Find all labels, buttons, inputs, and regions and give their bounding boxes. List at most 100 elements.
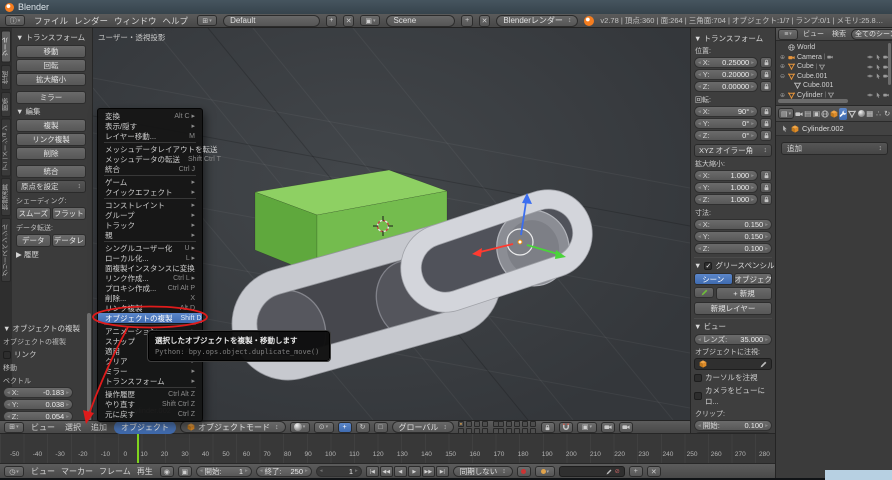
npanel-transform-header[interactable]: ▼ トランスフォーム [694,33,772,44]
context-menu-item[interactable]: メッシュデータレイアウトを転送 [98,144,202,154]
translate-button[interactable]: 移動 [16,45,86,58]
layer-toggle[interactable] [466,421,472,427]
tab-data[interactable] [848,108,856,120]
layer-toggle[interactable] [482,421,488,427]
layer-toggle[interactable] [530,428,536,434]
grease-pencil-checkbox[interactable] [704,262,712,270]
rotation-x-field[interactable]: X:90° [694,106,758,117]
panel-header-history[interactable]: ▶ 履歴 [16,249,86,260]
context-menu-item[interactable]: 面複製インスタンスに変換 [98,263,202,273]
opengl-render-button[interactable] [601,422,615,433]
timeline-menu[interactable]: ビュー [28,466,58,477]
vector-x-field[interactable]: X:-0.183 [3,387,73,398]
remove-layout-button[interactable]: ✕ [343,15,354,27]
shelf-tab[interactable]: 作成 [1,65,11,90]
tab-object[interactable] [830,108,838,120]
outliner-search-menu[interactable]: 検索 [829,29,849,39]
next-keyframe-button[interactable]: ▶▶ [422,466,435,477]
prev-keyframe-button[interactable]: ◀◀ [380,466,393,477]
jump-start-button[interactable]: |◀ [366,466,379,477]
rotation-z-field[interactable]: Z:0° [694,130,758,141]
context-menu-item[interactable]: リンク複製Alt D [98,303,202,313]
scale-button[interactable]: 拡大縮小 [16,73,86,86]
layer-toggle[interactable] [514,428,520,434]
dim-z-field[interactable]: Z:0.100 [694,243,772,254]
shelf-tab[interactable]: 物理演算 [1,178,11,216]
lock-icon[interactable] [760,81,772,92]
cursor-icon[interactable] [875,92,881,98]
rotate-button[interactable]: 回転 [16,59,86,72]
menu-item[interactable]: ファイル [31,15,71,27]
gp-object-button[interactable]: オブジェクト [734,273,773,285]
eyedropper-icon[interactable] [760,361,767,368]
timeline-menu[interactable]: マーカー [58,466,96,477]
lock-object-field[interactable] [694,358,772,370]
mode-select[interactable]: オブジェクトモード [180,421,286,433]
frame-lock-toggle[interactable]: ▣ [178,466,192,477]
delete-keyframe-button[interactable]: ✕ [647,466,661,477]
outliner-row-cube001[interactable]: Cube.001 [776,72,892,82]
outliner-row-cube001-data[interactable]: Cube.001 [776,81,892,91]
dim-y-field[interactable]: Y:0.150 [694,231,772,242]
gp-scene-button[interactable]: シーン [694,273,733,285]
preview-range-toggle[interactable]: ◉ [160,466,174,477]
context-menu-item[interactable]: 統合Ctrl J [98,164,202,174]
current-frame-field[interactable]: 1 [316,466,362,477]
add-scene-button[interactable]: + [461,15,472,27]
tab-scene[interactable]: ▣ [813,108,821,120]
jump-end-button[interactable]: ▶| [436,466,449,477]
scale-x-field[interactable]: X:1.000 [694,170,758,181]
layer-toggle[interactable] [522,421,528,427]
layer-toggle[interactable] [498,421,504,427]
view-menu[interactable]: ビュー [28,422,58,433]
gp-new-layer-button[interactable]: 新規レイヤー [694,302,772,315]
shelf-tab[interactable]: 関係 [1,92,11,117]
layer-toggle[interactable] [474,421,480,427]
context-menu-item[interactable]: クイックエフェクト▸ [98,187,202,197]
mirror-button[interactable]: ミラー [16,91,86,104]
opengl-render-anim-button[interactable] [619,422,633,433]
location-x-field[interactable]: X:0.25000 [694,57,758,68]
frame-end-field[interactable]: 終了:250 [256,466,312,477]
panel-header-transform[interactable]: ▼ トランスフォーム [16,32,86,43]
context-menu-item[interactable]: プロキシ作成...Ctrl Alt P [98,283,202,293]
timeline-track[interactable] [0,434,775,463]
grease-pencil-header[interactable]: ▼グリースペンシルレイ [694,257,772,271]
sync-mode-select[interactable]: 同期しない [453,466,513,477]
timeline-menu[interactable]: フレーム [96,466,134,477]
record-button[interactable] [517,466,531,477]
outliner-vscrollbar[interactable] [888,43,891,85]
context-menu-item[interactable]: ミラー▸ [98,366,202,376]
screen-layout-select[interactable]: Default [223,15,319,27]
render-engine-select[interactable]: Blenderレンダー [496,15,578,27]
tab-render[interactable] [795,108,803,120]
select-menu[interactable]: 選択 [62,422,84,433]
insert-keyframe-button[interactable]: + [629,466,643,477]
rotation-y-field[interactable]: Y:0° [694,118,758,129]
outliner-editor-type-button[interactable]: ≡ [778,29,798,40]
outliner-view-menu[interactable]: ビュー [800,29,827,39]
autokey-mode-dropdown[interactable] [535,466,555,477]
layer-toggle[interactable] [506,428,512,434]
timeline-menu[interactable]: 再生 [134,466,156,477]
lock-icon[interactable] [760,69,772,80]
panel-header-edit[interactable]: ▼ 編集 [16,106,86,117]
context-menu-item[interactable]: シングルユーザー化U ▸ [98,243,202,253]
layout-icon-button[interactable]: ⊞ [197,15,217,26]
add-menu[interactable]: 追加 [88,422,110,433]
duplicate-button[interactable]: 複製 [16,119,86,132]
gp-new-button[interactable]: + 新規 [716,287,772,300]
keying-set-field[interactable]: ⊘ [559,466,625,477]
cursor-icon[interactable] [875,64,881,70]
context-menu-item[interactable]: リンク作成...Ctrl L ▸ [98,273,202,283]
snap-element-dropdown[interactable]: ▣ [577,422,597,433]
lens-field[interactable]: レンズ:35.000 [694,334,772,345]
expander-icon[interactable] [779,54,786,61]
tab-texture[interactable]: ▦ [866,108,874,120]
remove-scene-button[interactable]: ✕ [479,15,490,27]
layer-toggle[interactable] [474,428,480,434]
outliner-hscrollbar[interactable] [778,99,848,103]
context-menu-item[interactable]: グループ▸ [98,210,202,220]
layer-toggle[interactable] [530,421,536,427]
operator-panel-header[interactable]: ▼ オブジェクトの複製 [3,323,73,334]
